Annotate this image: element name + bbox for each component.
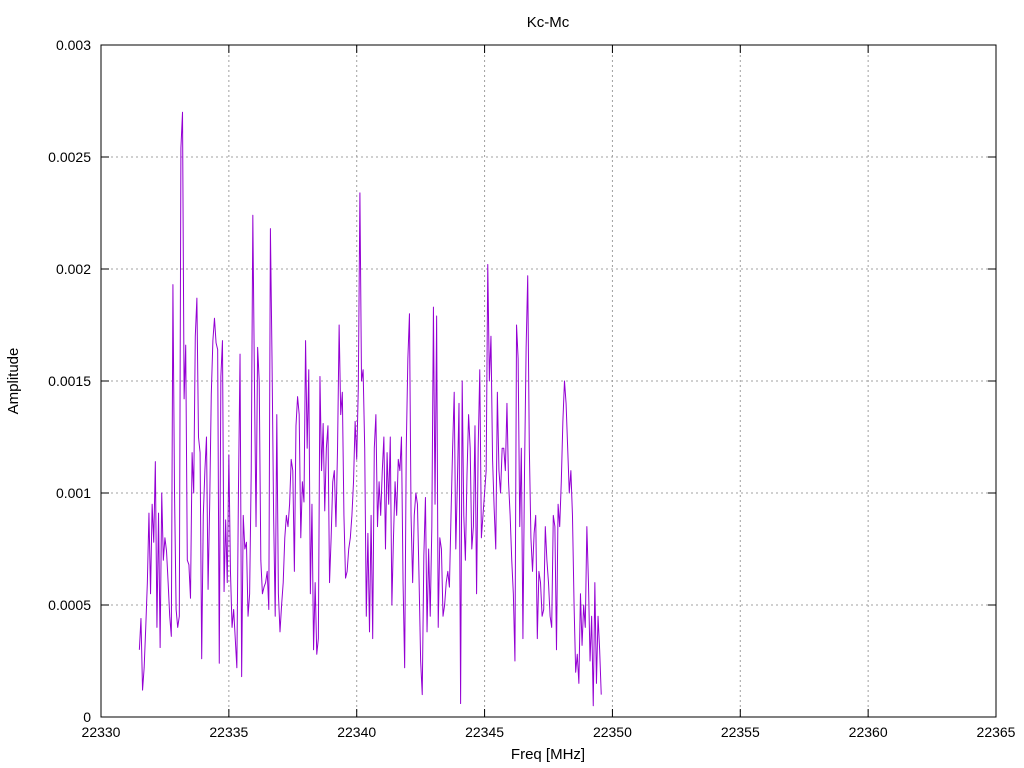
- x-tick-label: 22330: [82, 724, 121, 740]
- y-tick-label: 0.002: [56, 261, 91, 277]
- x-axis-label: Freq [MHz]: [511, 746, 585, 763]
- y-tick-label: 0.003: [56, 37, 91, 53]
- x-tick-label: 22365: [977, 724, 1016, 740]
- y-tick-label: 0: [83, 709, 91, 725]
- x-tick-label: 22360: [849, 724, 888, 740]
- x-tick-label: 22355: [721, 724, 760, 740]
- x-tick-label: 22340: [337, 724, 376, 740]
- grid-lines: [101, 45, 996, 717]
- x-tick-label: 22345: [465, 724, 504, 740]
- series-line-0: [138, 111, 602, 707]
- y-axis-tick-labels: 0 0.0005 0.001 0.0015 0.002 0.0025 0.003: [48, 37, 91, 725]
- x-axis-tick-labels: 22330 22335 22340 22345 22350 22355 22360 22365: [82, 724, 1016, 740]
- x-tick-label: 22335: [209, 724, 248, 740]
- y-tick-label: 0.0025: [48, 149, 91, 165]
- x-tick-label: 22350: [593, 724, 632, 740]
- line-chart: 22330 22335 22340 22345 22350 22355 22360 22365…: [5, 14, 1016, 763]
- y-tick-label: 0.0005: [48, 597, 91, 613]
- series-layer: [138, 111, 602, 707]
- y-axis-label: Amplitude: [5, 348, 22, 415]
- chart-title: Kc-Mc: [527, 14, 570, 31]
- y-tick-label: 0.0015: [48, 373, 91, 389]
- y-tick-label: 0.001: [56, 485, 91, 501]
